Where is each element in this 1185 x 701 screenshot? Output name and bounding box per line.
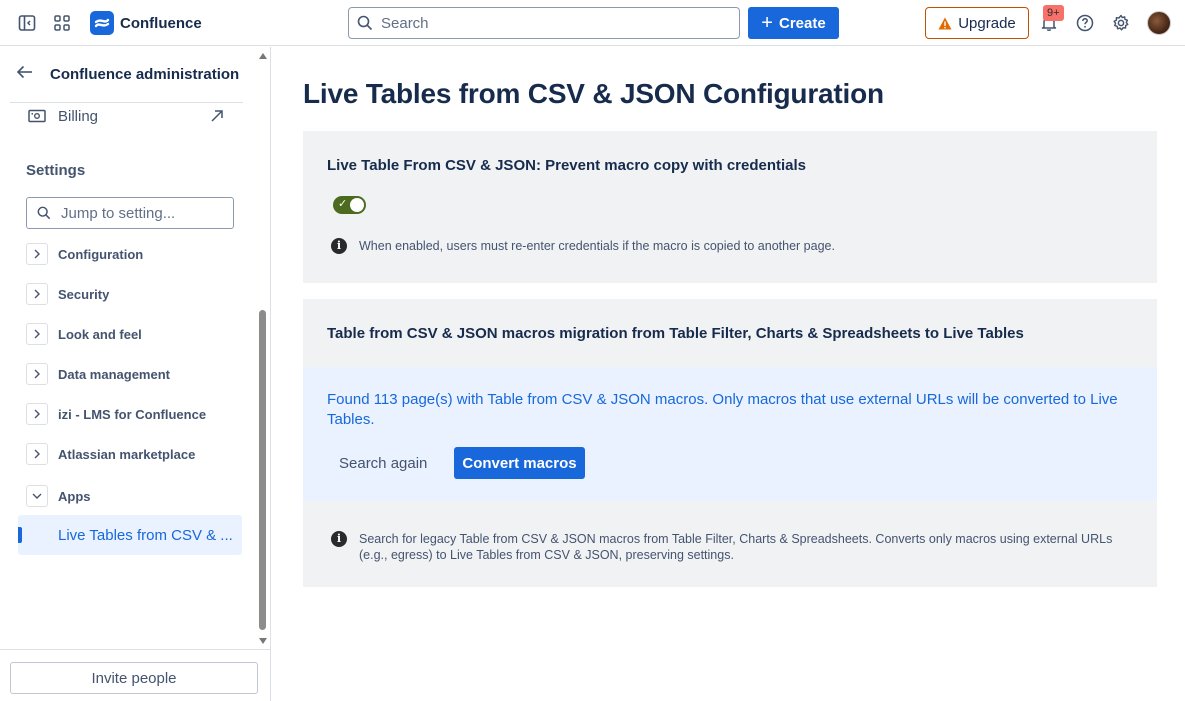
prevent-copy-info: i When enabled, users must re-enter cred…: [331, 238, 835, 254]
jump-to-setting-input[interactable]: [61, 204, 221, 222]
sidebar-item-data-management[interactable]: Data management: [26, 363, 246, 385]
search-again-button[interactable]: Search again: [327, 447, 439, 479]
create-button[interactable]: + Create: [748, 7, 839, 39]
sidebar-divider: [10, 102, 243, 103]
back-arrow-icon[interactable]: [16, 65, 34, 84]
plus-icon: +: [761, 12, 773, 34]
chevron-right-icon[interactable]: [26, 323, 48, 345]
chevron-right-icon[interactable]: [26, 283, 48, 305]
prevent-copy-info-text: When enabled, users must re-enter creden…: [359, 239, 835, 253]
sidebar-item-security[interactable]: Security: [26, 283, 246, 305]
sidebar-item-atlassian-marketplace[interactable]: Atlassian marketplace: [26, 443, 246, 465]
found-pages-text: Found 113 page(s) with Table from CSV & …: [327, 391, 1118, 428]
confluence-logo-icon: [90, 11, 114, 35]
settings-gear-icon[interactable]: [1110, 12, 1132, 34]
check-icon: ✓: [338, 198, 348, 210]
prevent-copy-panel: Live Table From CSV & JSON: Prevent macr…: [303, 131, 1157, 283]
sidebar-item-billing-label: Billing: [58, 107, 99, 125]
chevron-down-icon[interactable]: [26, 485, 48, 507]
app-switcher-icon[interactable]: [51, 12, 73, 34]
sidebar-item-label: Look and feel: [58, 326, 142, 342]
migration-panel: Table from CSV & JSON macros migration f…: [303, 299, 1157, 587]
search-box[interactable]: [348, 7, 740, 39]
logo-text: Confluence: [120, 14, 202, 32]
page-title: Live Tables from CSV & JSON Configuratio…: [303, 78, 884, 109]
sidebar-header: Confluence administration: [16, 65, 239, 84]
confluence-logo[interactable]: Confluence: [90, 11, 202, 35]
sidebar-bottom-divider: [0, 649, 270, 650]
help-icon[interactable]: [1074, 12, 1096, 34]
info-icon: i: [331, 531, 347, 547]
sidebar-item-billing[interactable]: Billing: [28, 104, 224, 128]
info-icon: i: [331, 238, 347, 254]
sidebar-item-label: Configuration: [58, 246, 144, 262]
sidebar-item-look-and-feel[interactable]: Look and feel: [26, 323, 246, 345]
migration-heading: Table from CSV & JSON macros migration f…: [327, 325, 1024, 342]
migration-info: i Search for legacy Table from CSV & JSO…: [331, 531, 1131, 563]
sidebar-item-izi-lms[interactable]: izi - LMS for Confluence: [26, 403, 246, 425]
upgrade-button-label: Upgrade: [958, 14, 1016, 32]
search-icon: [357, 15, 373, 31]
sidebar-item-label: Live Tables from CSV & ...: [58, 526, 233, 544]
jump-to-setting-box[interactable]: [26, 197, 234, 229]
sidebar-item-live-tables[interactable]: Live Tables from CSV & ...: [18, 515, 242, 555]
chevron-right-icon[interactable]: [26, 443, 48, 465]
chevron-right-icon[interactable]: [26, 363, 48, 385]
toggle-knob: [350, 198, 364, 212]
admin-sidebar: Confluence administration Billing Settin…: [0, 47, 271, 701]
external-link-icon: [211, 110, 223, 122]
invite-people-button[interactable]: Invite people: [10, 662, 258, 694]
convert-macros-button[interactable]: Convert macros: [454, 447, 585, 479]
sidebar-item-label: Atlassian marketplace: [58, 446, 196, 462]
settings-section-title: Settings: [26, 162, 86, 179]
search-icon: [37, 206, 51, 220]
sidebar-item-apps[interactable]: Apps: [26, 485, 246, 507]
top-navigation-bar: Confluence + Create Upgrade 9+: [0, 0, 1185, 46]
sidebar-scrollbar-thumb[interactable]: [259, 310, 266, 630]
sidebar-item-label: izi - LMS for Confluence: [58, 406, 207, 422]
sidebar-item-label: Apps: [58, 488, 91, 504]
prevent-copy-heading: Live Table From CSV & JSON: Prevent macr…: [327, 157, 807, 174]
user-avatar[interactable]: [1147, 11, 1171, 35]
migration-info-text: Search for legacy Table from CSV & JSON …: [359, 532, 1113, 562]
sidebar-header-title: Confluence administration: [50, 66, 240, 83]
scroll-up-arrow[interactable]: [259, 53, 267, 59]
sidebar-item-label: Security: [58, 286, 110, 302]
scroll-down-arrow[interactable]: [259, 638, 267, 644]
prevent-copy-toggle[interactable]: ✓: [333, 196, 366, 214]
sidebar-item-label: Data management: [58, 366, 170, 382]
search-input[interactable]: [381, 14, 721, 32]
sidebar-toggle-icon[interactable]: [16, 12, 38, 34]
create-button-label: Create: [778, 14, 826, 32]
chevron-right-icon[interactable]: [26, 403, 48, 425]
migration-results-box: Found 113 page(s) with Table from CSV & …: [303, 367, 1157, 501]
active-indicator: [18, 527, 22, 543]
warning-icon: [938, 17, 952, 29]
notification-count-badge: 9+: [1043, 5, 1064, 21]
upgrade-button[interactable]: Upgrade: [925, 7, 1029, 39]
billing-icon: [28, 109, 46, 123]
sidebar-item-configuration[interactable]: Configuration: [26, 243, 246, 265]
chevron-right-icon[interactable]: [26, 243, 48, 265]
